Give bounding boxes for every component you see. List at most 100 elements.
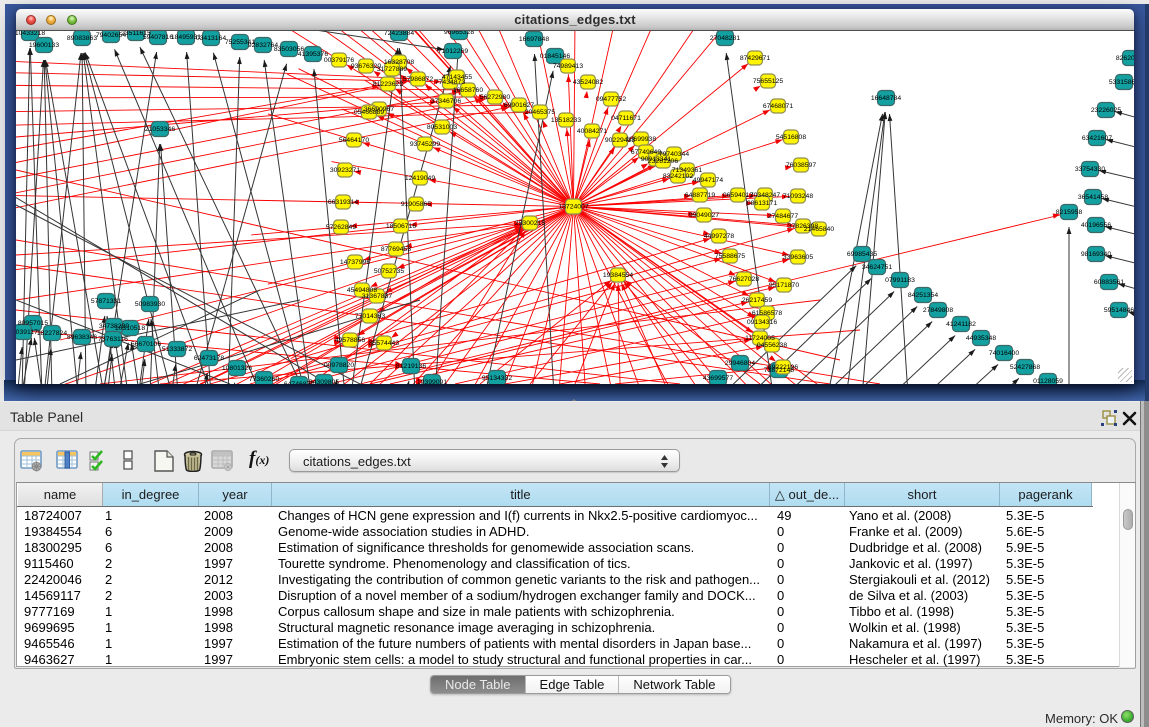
svg-text:09477752: 09477752 — [596, 96, 626, 103]
svg-text:23281206: 23281206 — [648, 158, 678, 165]
svg-text:00978820: 00978820 — [324, 362, 354, 369]
svg-text:71012269: 71012269 — [438, 48, 468, 55]
svg-text:44935348: 44935348 — [966, 335, 996, 342]
svg-text:37346706: 37346706 — [431, 98, 461, 105]
svg-text:07991183: 07991183 — [885, 277, 915, 284]
svg-text:57986872: 57986872 — [403, 76, 433, 83]
svg-text:71093248: 71093248 — [783, 193, 813, 200]
svg-text:01845146: 01845146 — [540, 53, 570, 60]
svg-text:50752735: 50752735 — [374, 268, 404, 275]
svg-text:56464170: 56464170 — [339, 137, 369, 144]
svg-text:44997278: 44997278 — [704, 233, 734, 240]
svg-text:89638346: 89638346 — [67, 334, 97, 341]
svg-text:18699938: 18699938 — [626, 136, 656, 143]
svg-text:43039117: 43039117 — [16, 329, 38, 336]
svg-text:81219136: 81219136 — [396, 363, 426, 370]
svg-text:95134332: 95134332 — [482, 375, 512, 382]
svg-text:33963605: 33963605 — [783, 254, 813, 261]
svg-text:54516808: 54516808 — [776, 134, 806, 141]
svg-text:40196556: 40196556 — [1081, 222, 1111, 229]
svg-text:89083863: 89083863 — [67, 35, 97, 42]
svg-text:63421607: 63421607 — [1082, 135, 1112, 142]
svg-text:04711671: 04711671 — [611, 115, 641, 122]
svg-text:19384554: 19384554 — [603, 272, 633, 279]
svg-text:77360260: 77360260 — [249, 376, 279, 383]
svg-text:73763116: 73763116 — [98, 336, 128, 343]
svg-text:27849808: 27849808 — [923, 307, 953, 314]
svg-text:62473178: 62473178 — [194, 355, 224, 362]
svg-text:85574443: 85574443 — [369, 340, 399, 347]
svg-text:75588675: 75588675 — [715, 253, 745, 260]
svg-text:93745299: 93745299 — [410, 141, 440, 148]
svg-text:70348247: 70348247 — [750, 192, 780, 199]
svg-text:87769453: 87769453 — [381, 246, 411, 253]
svg-text:21053346: 21053346 — [145, 126, 175, 133]
svg-text:00379176: 00379176 — [324, 57, 354, 64]
svg-text:16658760: 16658760 — [453, 87, 483, 94]
svg-text:43524082: 43524082 — [573, 79, 603, 86]
svg-text:20465375: 20465375 — [525, 109, 555, 116]
svg-text:31727889: 31727889 — [377, 66, 407, 73]
svg-text:36541458: 36541458 — [1078, 194, 1108, 201]
svg-text:18724007: 18724007 — [558, 204, 588, 211]
svg-text:61586578: 61586578 — [752, 310, 782, 317]
svg-text:21465840: 21465840 — [804, 226, 834, 233]
svg-text:83242102: 83242102 — [663, 173, 693, 180]
svg-text:49947174: 49947174 — [693, 177, 723, 184]
svg-text:69222196: 69222196 — [768, 364, 798, 371]
svg-text:59407816: 59407816 — [143, 34, 173, 41]
svg-text:56272980: 56272980 — [480, 94, 510, 101]
svg-text:72423884: 72423884 — [384, 31, 414, 37]
svg-text:64887719: 64887719 — [685, 192, 715, 199]
svg-text:03413164: 03413164 — [196, 35, 226, 42]
svg-text:14737996: 14737996 — [340, 259, 370, 266]
svg-text:23226025: 23226025 — [1091, 107, 1121, 114]
svg-text:75655125: 75655125 — [753, 78, 783, 85]
svg-text:34309805: 34309805 — [309, 379, 339, 384]
svg-text:80531003: 80531003 — [427, 124, 457, 131]
svg-text:34624751: 34624751 — [862, 264, 892, 271]
svg-text:81223623: 81223623 — [373, 81, 403, 88]
svg-text:76627028: 76627028 — [729, 276, 759, 283]
svg-text:30923271: 30923271 — [330, 167, 360, 174]
svg-text:53315869: 53315869 — [1109, 79, 1134, 86]
svg-text:57871331: 57871331 — [91, 298, 121, 305]
svg-text:05466889: 05466889 — [354, 109, 384, 116]
svg-text:66319314: 66319314 — [328, 199, 358, 206]
svg-text:98169340: 98169340 — [1081, 251, 1111, 258]
svg-text:18227824: 18227824 — [37, 330, 67, 337]
svg-text:41241182: 41241182 — [946, 321, 976, 328]
svg-text:19399091: 19399091 — [417, 379, 447, 384]
svg-text:29946804: 29946804 — [725, 360, 755, 367]
svg-text:10801326: 10801326 — [222, 365, 252, 372]
svg-text:12419049: 12419049 — [405, 175, 435, 182]
svg-text:16697848: 16697848 — [519, 36, 549, 43]
svg-text:33754330: 33754330 — [1075, 166, 1105, 173]
svg-text:69901627: 69901627 — [504, 102, 534, 109]
svg-text:51333872: 51333872 — [162, 346, 192, 353]
svg-text:76038597: 76038597 — [786, 162, 816, 169]
svg-text:13518233: 13518233 — [551, 117, 581, 124]
svg-text:80957015: 80957015 — [18, 320, 48, 327]
svg-text:79740344: 79740344 — [659, 151, 689, 158]
svg-text:10433218: 10433218 — [16, 31, 45, 37]
svg-text:11724005: 11724005 — [745, 335, 775, 342]
svg-text:77014363: 77014363 — [355, 313, 385, 320]
svg-text:60883561: 60883561 — [1094, 279, 1124, 286]
svg-text:84251354: 84251354 — [908, 292, 938, 299]
svg-text:50983930: 50983930 — [135, 301, 165, 308]
svg-text:57262849: 57262849 — [326, 224, 356, 231]
svg-text:82620450: 82620450 — [1116, 55, 1134, 62]
svg-text:74989413: 74989413 — [553, 63, 583, 70]
svg-text:49578856: 49578856 — [335, 337, 365, 344]
svg-text:04556238: 04556238 — [757, 342, 787, 349]
svg-text:16328708: 16328708 — [384, 59, 414, 66]
svg-text:25300215: 25300215 — [515, 220, 545, 227]
svg-text:01128059: 01128059 — [1033, 378, 1063, 384]
svg-text:06594013: 06594013 — [723, 192, 753, 199]
svg-text:69985435: 69985435 — [847, 251, 877, 258]
svg-text:96965328: 96965328 — [444, 31, 474, 36]
svg-text:67468071: 67468071 — [763, 103, 793, 110]
svg-text:99049027: 99049027 — [689, 212, 719, 219]
svg-text:67749649: 67749649 — [631, 149, 661, 156]
